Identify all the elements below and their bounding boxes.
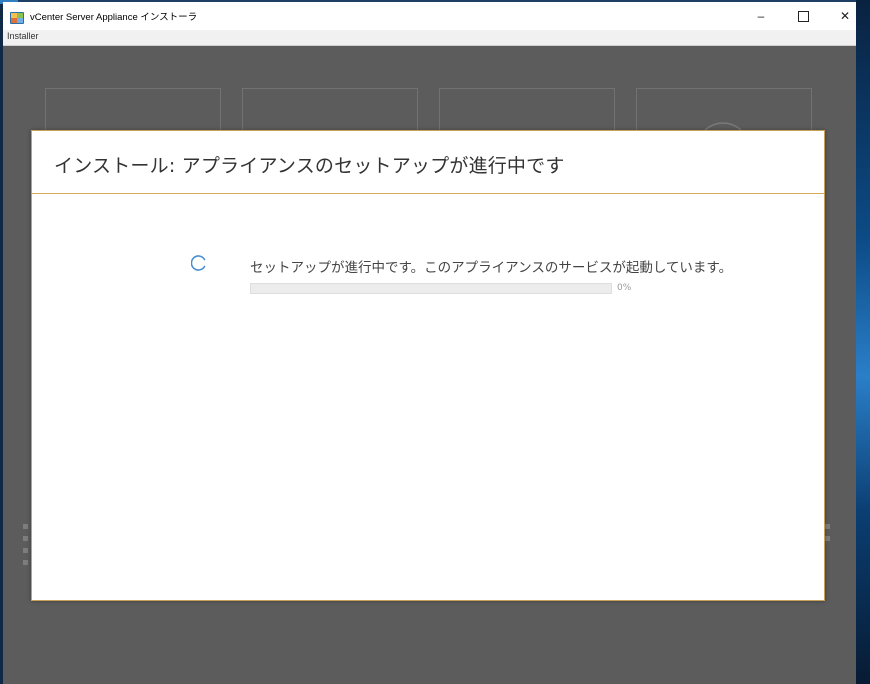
maximize-button[interactable]: [782, 2, 824, 30]
minimize-button[interactable]: –: [740, 2, 782, 30]
progress-percent-label: 0%: [617, 283, 632, 293]
vcenter-installer-icon: [10, 9, 24, 24]
menu-item-installer[interactable]: Installer: [7, 31, 39, 41]
installer-window: vCenter Server Appliance インストーラ – ✕ Inst…: [3, 2, 856, 684]
background-edge-glyphs: [825, 524, 831, 551]
dialog-title-divider: [32, 193, 824, 194]
dialog-title: インストール: アプライアンスのセットアップが進行中です: [54, 155, 565, 177]
setup-progress-bar: [250, 283, 612, 294]
setup-status-text: セットアップが進行中です。このアプライアンスのサービスが起動しています。: [250, 260, 733, 276]
setup-progress-dialog: インストール: アプライアンスのセットアップが進行中です セットアップが進行中で…: [31, 130, 825, 601]
menu-bar: Installer: [3, 30, 856, 46]
loading-spinner-icon: [190, 255, 207, 271]
minimize-icon: –: [757, 9, 765, 23]
maximize-icon: [797, 10, 809, 22]
background-edge-glyphs: [23, 524, 29, 571]
close-button[interactable]: ✕: [824, 2, 856, 30]
window-titlebar[interactable]: vCenter Server Appliance インストーラ – ✕: [3, 2, 856, 30]
close-icon: ✕: [839, 9, 851, 23]
window-title: vCenter Server Appliance インストーラ: [30, 12, 198, 23]
desktop-background-right: [856, 0, 870, 684]
